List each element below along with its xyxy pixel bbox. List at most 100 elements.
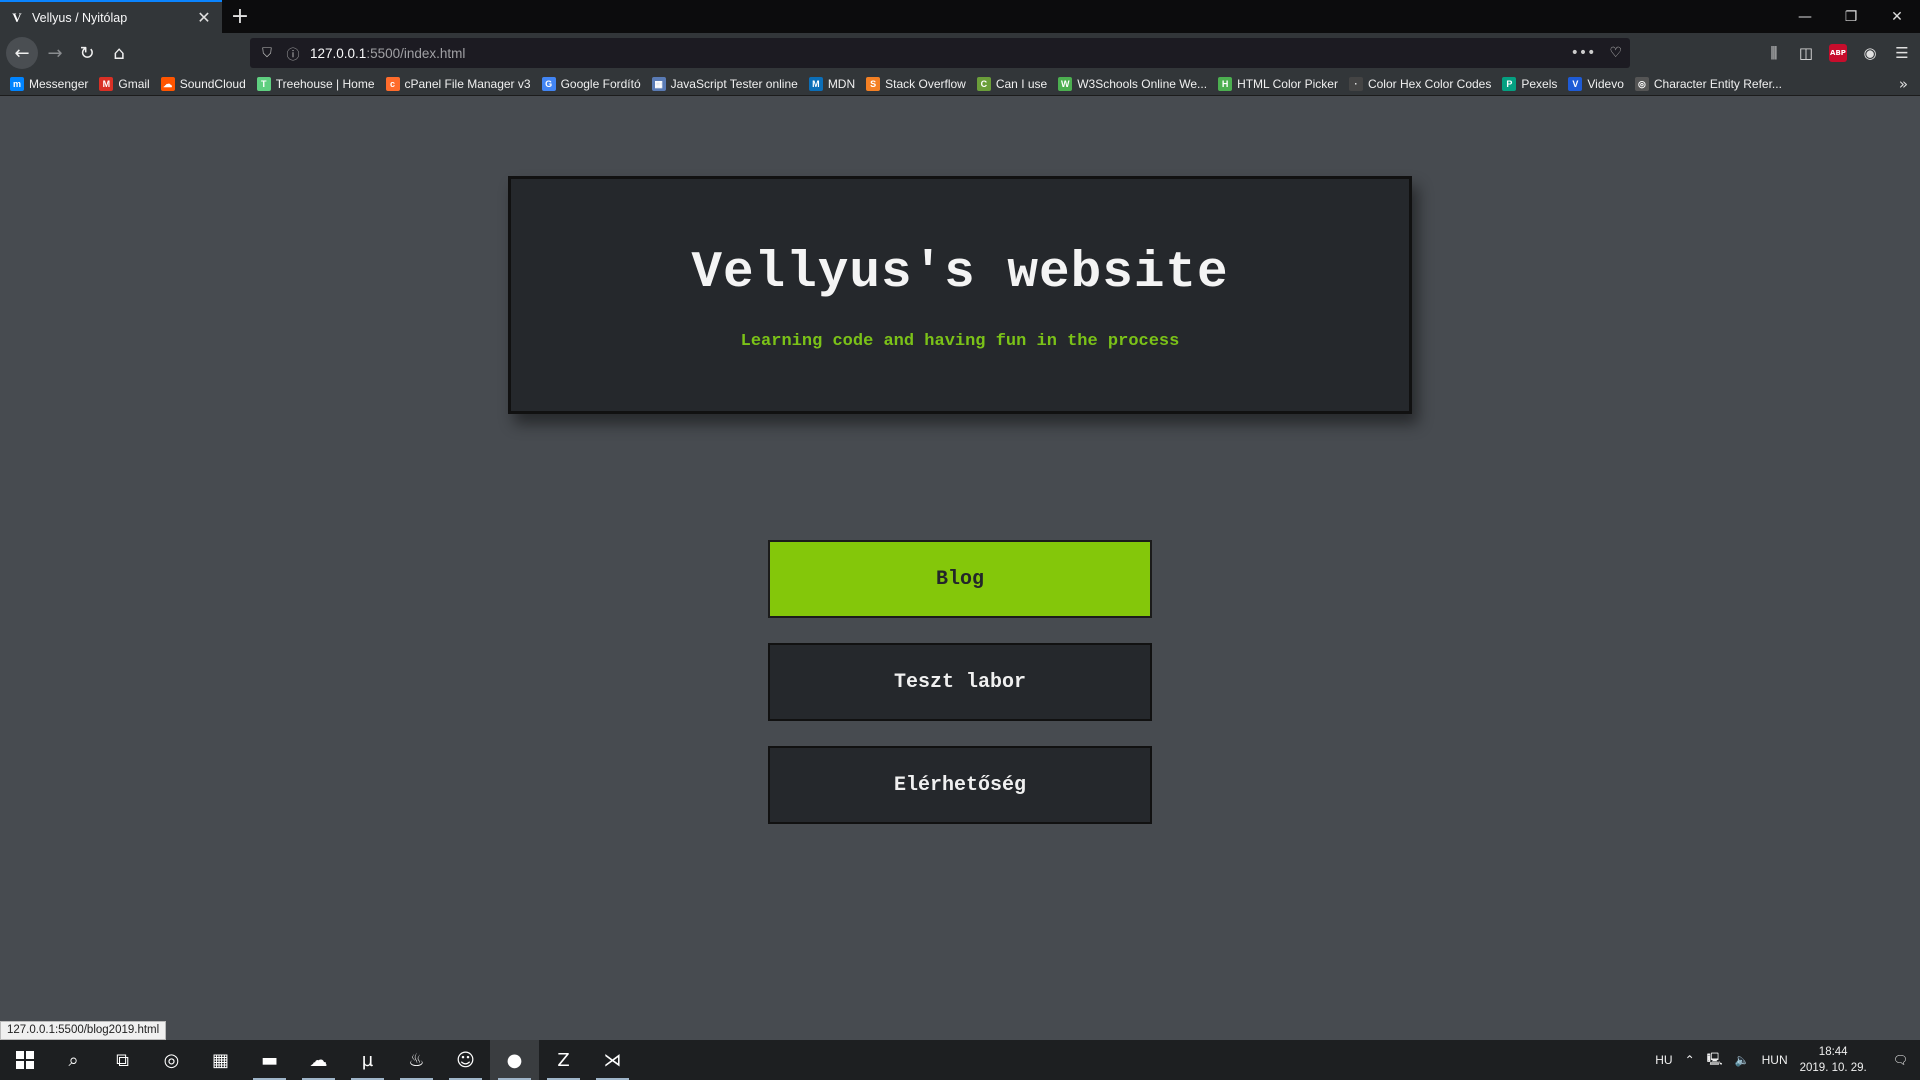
bookmark-favicon-icon: C (976, 77, 991, 91)
tracking-shield-icon[interactable]: ⛉ (258, 46, 276, 61)
start-button[interactable] (0, 1040, 49, 1080)
filezilla-icon[interactable]: Z (539, 1040, 588, 1080)
bookmark-label: Stack Overflow (885, 77, 966, 91)
taskbar-glyph: ☁ (309, 1049, 328, 1071)
clock[interactable]: 18:44 2019. 10. 29. (1800, 1044, 1867, 1076)
taskbar-glyph: Z (557, 1049, 570, 1071)
link-status-bar: 127.0.0.1:5500/blog2019.html (0, 1021, 167, 1040)
minimize-icon[interactable]: — (1782, 0, 1828, 33)
library-icon[interactable]: ⫼ (1762, 38, 1786, 68)
reload-icon[interactable]: ↻ (71, 37, 103, 69)
file-explorer-icon[interactable]: ▬ (245, 1040, 294, 1080)
bookmark-favicon-icon: W (1058, 77, 1073, 91)
discord-icon[interactable]: ☺ (441, 1040, 490, 1080)
browser-tab-bar: V Vellyus / Nyitólap ✕ + — ❐ ✕ (0, 0, 1920, 33)
tab-title: Vellyus / Nyitólap (32, 10, 128, 25)
bookmark-item[interactable]: G Google Fordító (541, 77, 641, 91)
site-subtitle: Learning code and having fun in the proc… (740, 332, 1180, 351)
bookmark-item[interactable]: ◎ Character Entity Refer... (1634, 77, 1782, 91)
taskbar-glyph: ☺ (456, 1049, 475, 1071)
taskbar-apps: ◎ ▦ ▬ ☁ µ ♨ ☺ ● Z ⋊ (147, 1040, 637, 1080)
bookmark-label: Can I use (995, 77, 1048, 91)
forward-icon[interactable]: → (39, 37, 71, 69)
close-window-icon[interactable]: ✕ (1874, 0, 1920, 33)
bookmark-favicon-icon: · (1348, 77, 1363, 91)
bookmark-favicon-icon: ◎ (1634, 77, 1649, 91)
nav-button-elerhetoseg[interactable]: Elérhetőség (768, 746, 1152, 824)
bookmark-item[interactable]: m Messenger (10, 77, 88, 91)
nav-button-blog[interactable]: Blog (768, 540, 1152, 618)
bookmark-item[interactable]: c cPanel File Manager v3 (385, 77, 531, 91)
firefox-icon[interactable]: ● (490, 1040, 539, 1080)
vscode-icon[interactable]: ⋊ (588, 1040, 637, 1080)
site-header: Vellyus's website Learning code and havi… (508, 176, 1412, 414)
taskbar-glyph: ● (506, 1049, 523, 1071)
bookmark-label: cPanel File Manager v3 (404, 77, 531, 91)
search-icon[interactable]: ⌕ (49, 1040, 98, 1080)
input-lang-small[interactable]: HU (1655, 1053, 1672, 1067)
url-bar[interactable]: ⛉ ⓘ 127.0.0.1:5500/index.html ••• ♡ (250, 38, 1630, 68)
bookmark-item[interactable]: M Gmail (99, 77, 150, 91)
new-tab-button[interactable]: + (222, 0, 258, 33)
volume-icon[interactable]: 🔈 (1735, 1053, 1750, 1067)
clock-date: 2019. 10. 29. (1799, 1062, 1867, 1074)
notifications-icon[interactable]: 🗨 (1893, 1053, 1908, 1067)
bookmark-label: Messenger (29, 77, 89, 91)
site-info-icon[interactable]: ⓘ (284, 44, 302, 63)
taskbar-glyph: ♨ (408, 1049, 425, 1071)
menu-icon[interactable]: ☰ (1890, 38, 1914, 68)
task-view-icon[interactable]: ⧉ (98, 1040, 147, 1080)
bookmark-label: MDN (827, 77, 856, 91)
calculator-icon[interactable]: ▦ (196, 1040, 245, 1080)
system-tray: HU ⌃ 🖳 🔈 HUN 18:44 2019. 10. 29. 🗨 (1655, 1044, 1920, 1076)
bookmark-label: Pexels (1521, 77, 1558, 91)
url-actions: ••• ♡ (1571, 45, 1622, 61)
clock-time: 18:44 (1818, 1046, 1848, 1058)
url-text[interactable]: 127.0.0.1:5500/index.html (310, 46, 465, 61)
bookmark-label: Color Hex Color Codes (1367, 77, 1492, 91)
bookmark-favicon-icon: M (808, 77, 823, 91)
sidebar-icon[interactable]: ◫ (1794, 38, 1818, 68)
bookmark-item[interactable]: ☁ SoundCloud (160, 77, 246, 91)
bookmark-favicon-icon: M (99, 77, 114, 91)
bookmark-item[interactable]: H HTML Color Picker (1218, 77, 1338, 91)
account-icon[interactable]: ◉ (1858, 38, 1882, 68)
bookmark-item[interactable]: · Color Hex Color Codes (1348, 77, 1492, 91)
bookmark-item[interactable]: T Treehouse | Home (256, 77, 375, 91)
adblock-icon[interactable]: ABP (1826, 38, 1850, 68)
windows-logo-icon (15, 1051, 34, 1069)
cortana-icon[interactable]: ◎ (147, 1040, 196, 1080)
close-tab-icon[interactable]: ✕ (196, 8, 212, 27)
taskbar-glyph: µ (361, 1049, 374, 1071)
bookmark-item[interactable]: S Stack Overflow (866, 77, 966, 91)
tray-expand-icon[interactable]: ⌃ (1685, 1053, 1695, 1067)
bookmark-label: Videvo (1587, 77, 1624, 91)
window-controls: — ❐ ✕ (1782, 0, 1920, 33)
bookmark-item[interactable]: W W3Schools Online We... (1058, 77, 1207, 91)
bookmark-item[interactable]: V Videvo (1568, 77, 1624, 91)
restore-icon[interactable]: ❐ (1828, 0, 1874, 33)
input-lang[interactable]: HUN (1762, 1053, 1788, 1067)
cloud-app-icon[interactable]: ☁ (294, 1040, 343, 1080)
back-icon[interactable]: ← (6, 37, 38, 69)
page-actions-icon[interactable]: ••• (1571, 45, 1596, 61)
url-host: 127.0.0.1 (310, 45, 367, 61)
bookmark-item[interactable]: M MDN (808, 77, 856, 91)
taskbar-glyph: ⋊ (603, 1049, 622, 1071)
bookmark-label: JavaScript Tester online (670, 77, 798, 91)
network-icon[interactable]: 🖳 (1707, 1050, 1723, 1071)
nav-button-teszt-labor[interactable]: Teszt labor (768, 643, 1152, 721)
bookmark-favicon-icon: P (1502, 77, 1517, 91)
bookmark-item[interactable]: P Pexels (1502, 77, 1557, 91)
bookmark-item[interactable]: C Can I use (976, 77, 1048, 91)
steam-icon[interactable]: ♨ (392, 1040, 441, 1080)
browser-nav-bar: ← → ↻ ⌂ ⛉ ⓘ 127.0.0.1:5500/index.html ••… (0, 33, 1920, 73)
bookmark-favicon-icon: c (385, 77, 400, 91)
pocket-icon[interactable]: ♡ (1609, 45, 1622, 61)
utorrent-icon[interactable]: µ (343, 1040, 392, 1080)
tab-active[interactable]: V Vellyus / Nyitólap ✕ (0, 0, 222, 33)
bookmark-label: Gmail (118, 77, 150, 91)
chevron-more-icon[interactable]: » (1899, 75, 1908, 93)
bookmark-item[interactable]: ▦ JavaScript Tester online (651, 77, 798, 91)
home-icon[interactable]: ⌂ (103, 37, 135, 69)
